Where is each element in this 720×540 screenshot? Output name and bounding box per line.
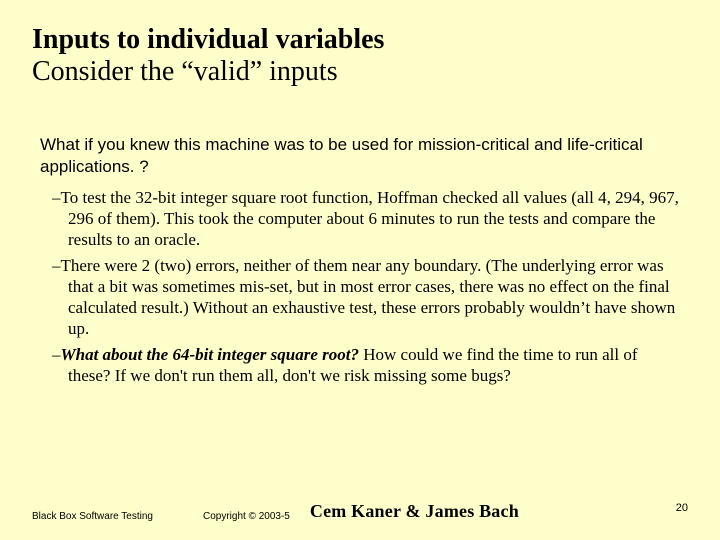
bullet-dash: – <box>52 188 61 207</box>
footer-authors: Cem Kaner & James Bach <box>310 501 519 522</box>
slide: Inputs to individual variables Consider … <box>0 0 720 540</box>
bullet-list: –To test the 32-bit integer square root … <box>40 187 680 386</box>
bullet-bold: What about the 64-bit integer square roo… <box>61 345 359 364</box>
bullet-dash: – <box>52 345 61 364</box>
title-line-2: Consider the “valid” inputs <box>32 56 688 88</box>
bullet-text: There were 2 (two) errors, neither of th… <box>61 256 676 339</box>
footer-copyright: Copyright © 2003-5 <box>203 511 290 522</box>
footer: Black Box Software Testing Copyright © 2… <box>32 501 688 522</box>
page-number: 20 <box>676 502 688 514</box>
bullet-text: To test the 32-bit integer square root f… <box>61 188 679 250</box>
intro-text: What if you knew this machine was to be … <box>40 134 680 177</box>
bullet-dash: – <box>52 256 61 275</box>
footer-left: Black Box Software Testing <box>32 511 153 522</box>
bullet-item: –What about the 64-bit integer square ro… <box>40 344 680 387</box>
bullet-item: –There were 2 (two) errors, neither of t… <box>40 255 680 340</box>
title-line-1: Inputs to individual variables <box>32 24 688 56</box>
bullet-item: –To test the 32-bit integer square root … <box>40 187 680 251</box>
